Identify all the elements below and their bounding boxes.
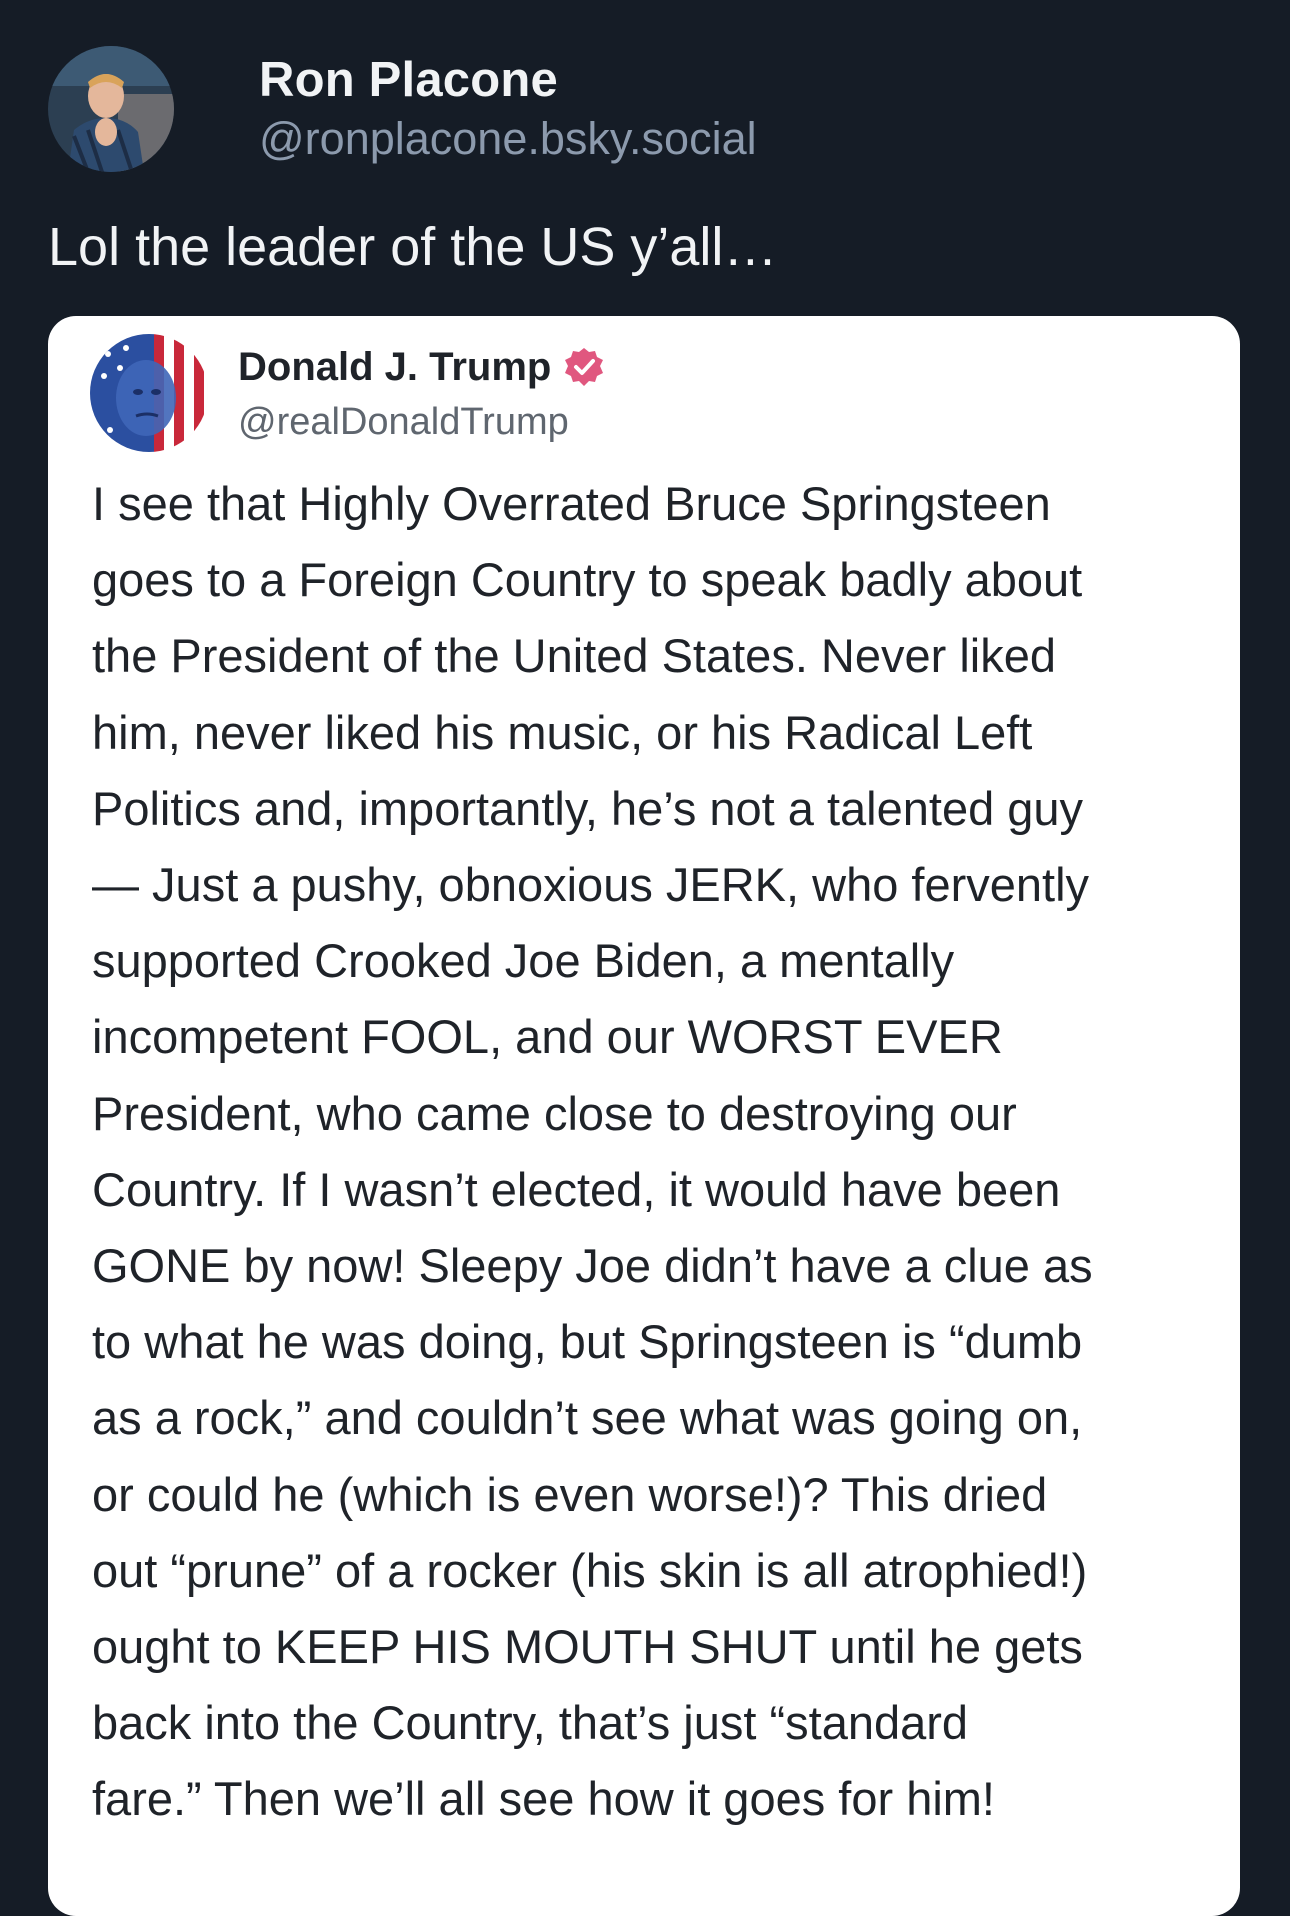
post-text: Lol the leader of the US y’all…: [48, 217, 778, 277]
quoted-author-handle: @realDonaldTrump: [238, 401, 569, 443]
quoted-post-image[interactable]: Donald J. Trump @realDonaldTrump I see t…: [48, 316, 1240, 1916]
author-handle[interactable]: @ronplacone.bsky.social: [259, 110, 757, 168]
post-author[interactable]: Ron Placone @ronplacone.bsky.social: [48, 46, 757, 172]
quoted-author-name: Donald J. Trump: [238, 345, 552, 389]
quoted-post-body: I see that Highly Overrated Bruce Spring…: [92, 477, 1093, 1826]
verified-badge-icon: [563, 346, 605, 388]
quoted-author-avatar: [90, 334, 208, 452]
author-name[interactable]: Ron Placone: [259, 50, 757, 110]
author-avatar[interactable]: [48, 46, 174, 172]
author-info: Ron Placone @ronplacone.bsky.social: [259, 50, 757, 168]
post: Ron Placone @ronplacone.bsky.social Lol …: [0, 0, 1290, 1916]
quoted-name-row: Donald J. Trump: [238, 342, 605, 392]
